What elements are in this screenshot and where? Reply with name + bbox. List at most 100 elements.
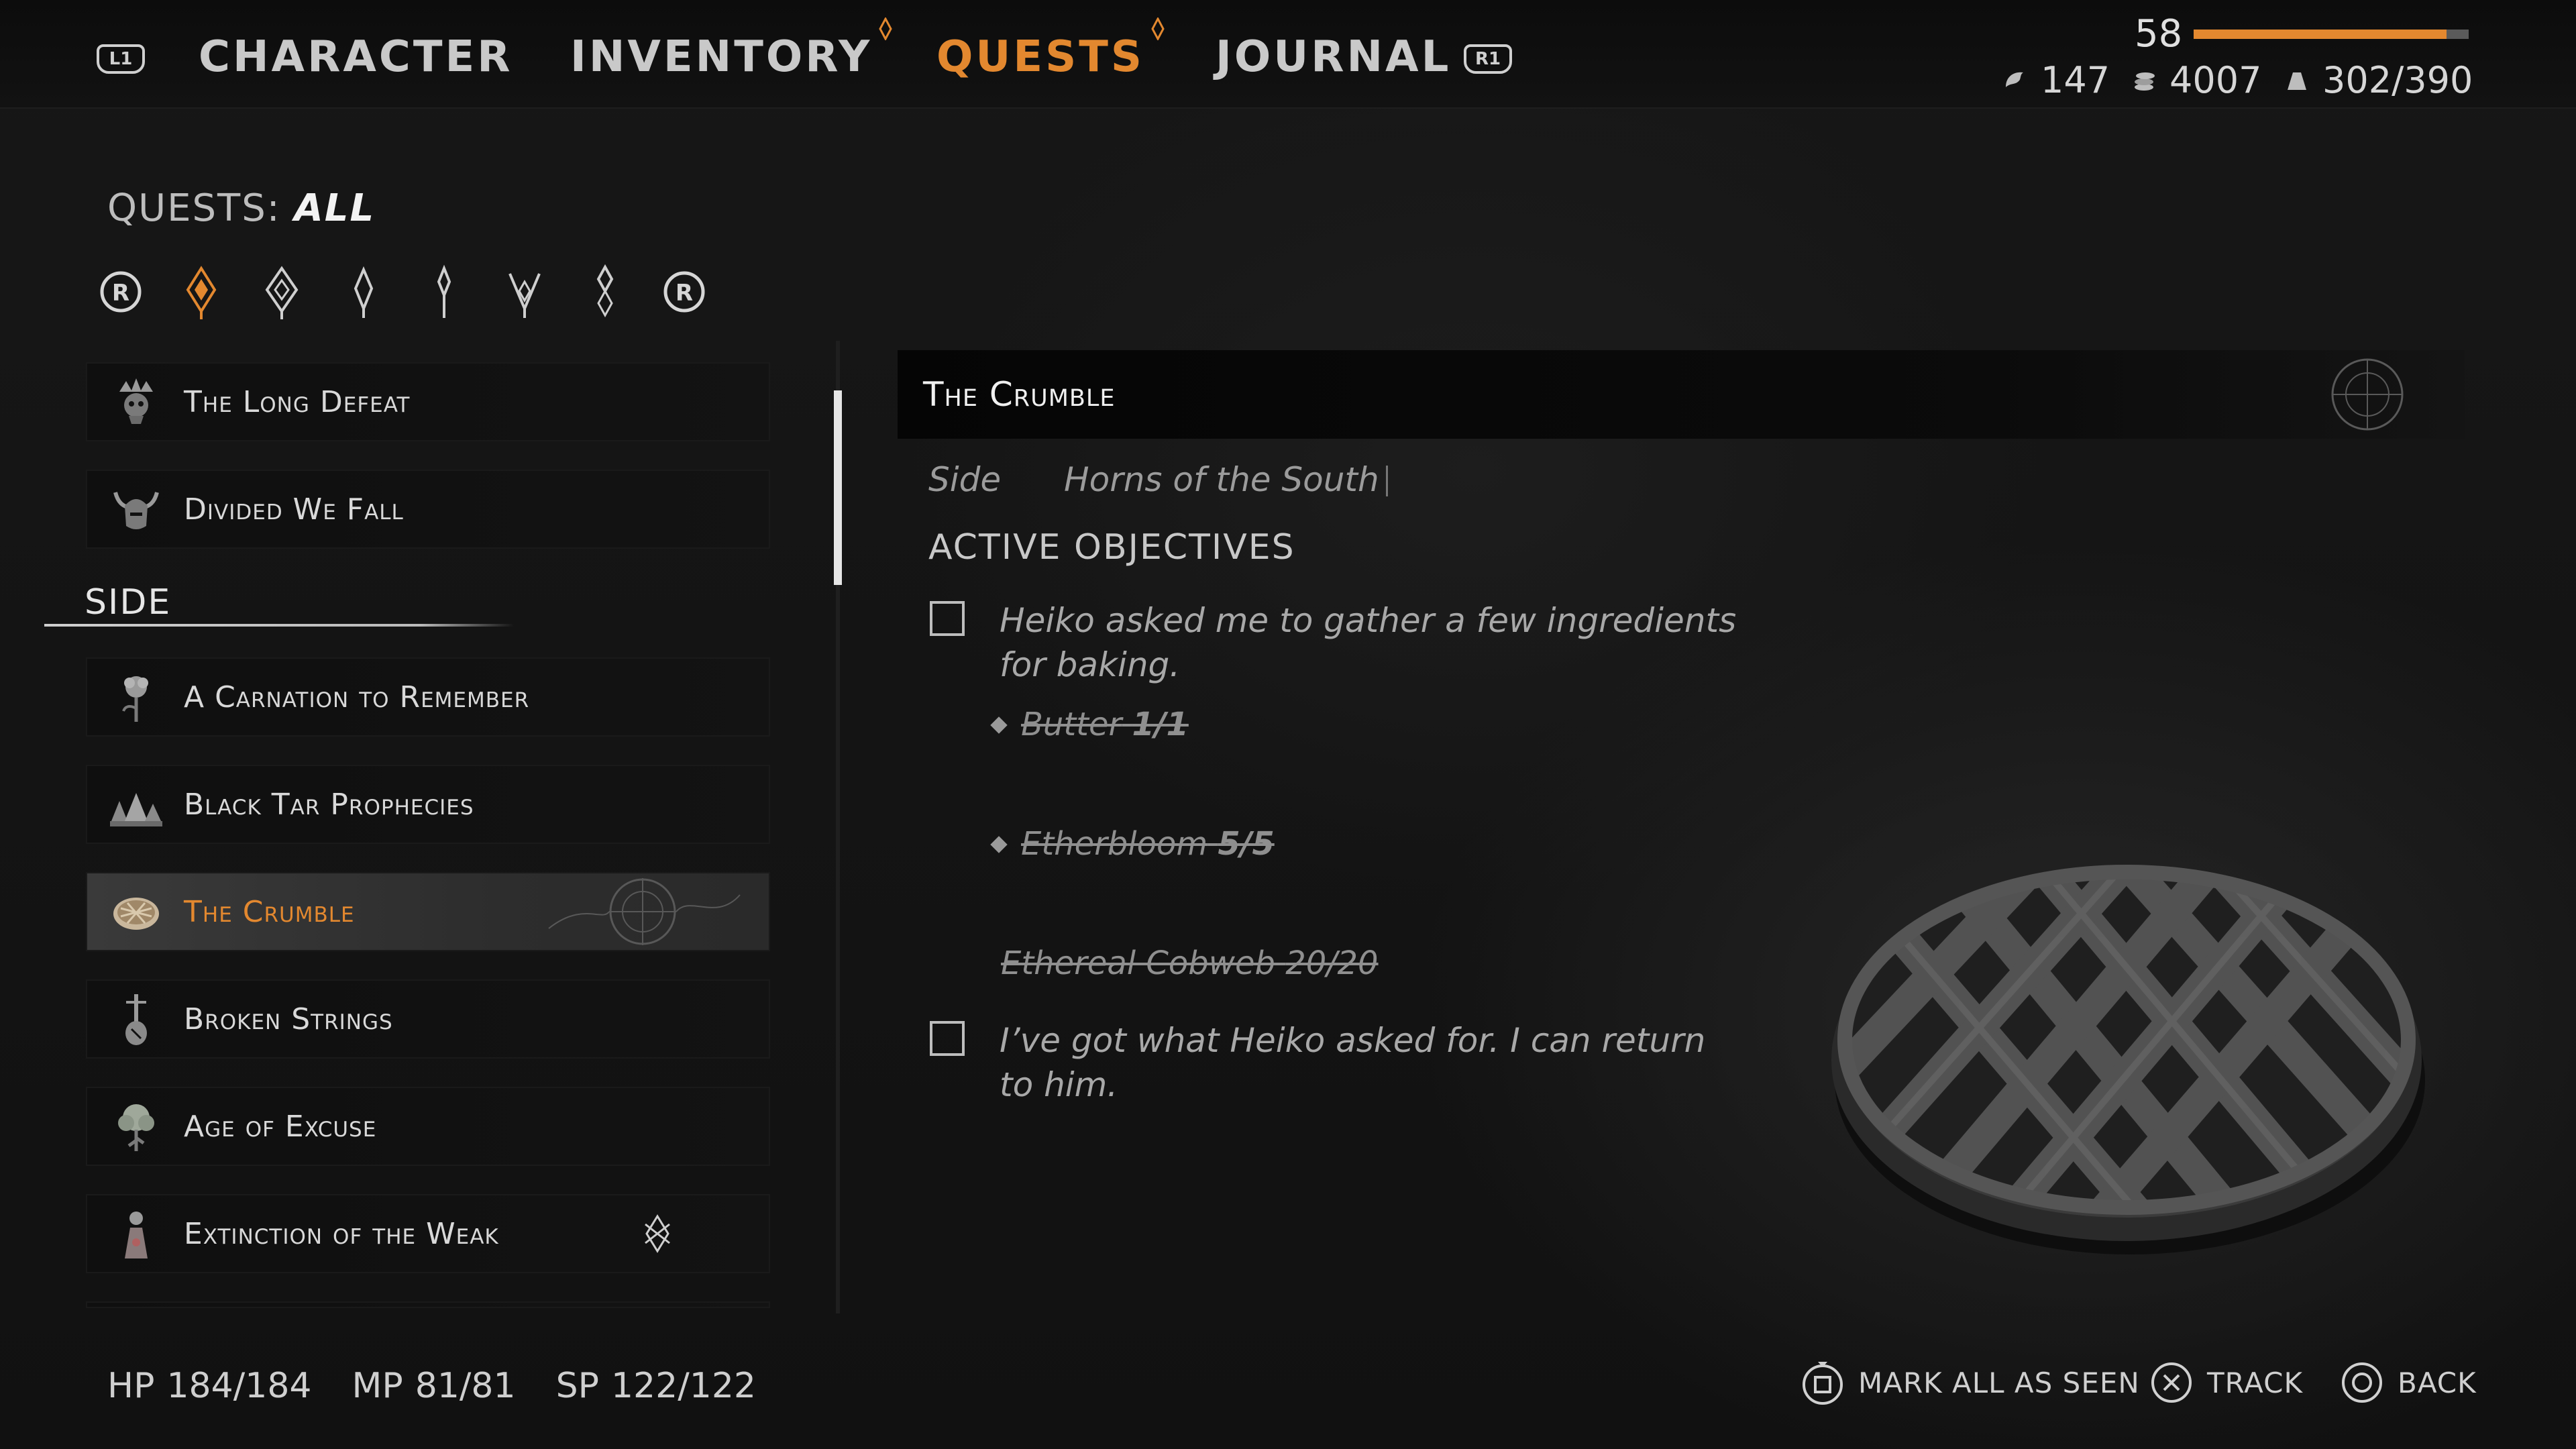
quest-type: Side [928,460,1002,499]
filter-prev-button-icon[interactable]: R [94,262,148,322]
r1-button-icon[interactable]: R1 [1464,44,1512,74]
filter-side-quests-icon[interactable] [337,262,390,322]
quest-label: Divided We Fall [184,492,404,527]
quest-detail-header: The Crumble [898,350,2465,439]
mp-value: 81/81 [415,1366,516,1406]
horned-helmet-quest-icon [113,492,159,529]
quest-item-extinction-of-the-weak[interactable]: Extinction of the Weak [86,1194,770,1273]
mark-all-seen-label: MARK ALL AS SEEN [1858,1366,2140,1399]
filter-prev-button-label: R [112,280,129,307]
hooded-figure-icon [125,1212,148,1258]
sp-value: 122/122 [610,1366,756,1406]
mp-label: MP [352,1366,403,1406]
filter-completed-quests-icon[interactable] [578,262,632,322]
hp-readout: HP 184/184 [107,1366,312,1406]
quest-label: Age of Excuse [184,1109,377,1144]
sub-objective-count: 1/1 [1132,706,1189,743]
tab-inventory-label: INVENTORY [570,32,873,82]
track-prompt[interactable]: TRACK [2149,1360,2303,1405]
tab-quests-label: QUESTS [936,32,1144,82]
quest-item-the-long-defeat[interactable]: The Long Defeat [86,362,770,441]
tab-character[interactable]: CHARACTER [199,32,513,82]
square-button-icon [1803,1362,1843,1405]
circle-button-icon [2342,1362,2382,1403]
lattice-pie-illustration [1831,865,2425,1254]
cross-button-icon [2151,1362,2192,1403]
carnation-flower-icon [122,676,148,722]
sub-objective-bullet-icon [990,836,1008,853]
quest-label: The Long Defeat [184,384,411,419]
quest-item-the-crumble[interactable]: The Crumble [86,872,770,951]
objective-text: I’ve got what Heiko asked for. I can ret… [1000,1021,1706,1104]
tree-spirit-icon [118,1104,154,1151]
quest-filter-prefix: QUESTS: [107,186,294,230]
quest-list-scroll-thumb[interactable] [834,390,842,585]
weight-value: 302/390 [2322,59,2473,101]
filter-next-button-icon[interactable]: R [657,262,711,322]
meta-separator [1386,466,1388,496]
new-quest-diamond-icon [1151,17,1165,40]
filter-main-quests-icon[interactable] [255,262,309,322]
weight-icon [2288,72,2306,90]
l1-button-icon[interactable]: L1 [97,44,145,74]
quest-region: Horns of the South [1064,460,1379,499]
top-navigation-bar: L1 CHARACTER INVENTORY QUESTS JOURNAL R1… [0,0,2576,109]
sub-objective-name: Ethereal Cobweb [1001,945,1275,982]
weight-readout: 302/390 [2284,59,2473,101]
gold-value: 4007 [2169,59,2262,101]
objective-checkbox [930,601,965,636]
header-emblem-decoration-icon [2331,358,2404,431]
broken-lute-icon [125,994,147,1045]
character-vitals: HP 184/184 MP 81/81 SP 122/122 [107,1366,756,1406]
sub-objective-name: Butter [1021,706,1122,743]
gold-readout: 4007 [2131,59,2261,101]
filter-hunt-quests-icon[interactable] [498,262,551,322]
sub-objective-count: 5/5 [1218,825,1275,863]
sub-objective-name: Etherbloom [1021,825,1208,863]
sub-objective-etherbloom: Etherbloom 5/5 [1021,825,1275,863]
sub-objective-bullet-icon [990,716,1008,734]
skill-points-icon [2006,72,2023,87]
character-level: 58 [2135,12,2183,56]
skill-points-readout: 147 [2002,59,2110,101]
side-quests-divider [44,624,514,627]
quest-label: A Carnation to Remember [184,680,530,714]
sub-objective-butter: Butter 1/1 [1021,706,1189,743]
mark-all-seen-prompt[interactable]: MARK ALL AS SEEN [1801,1360,2140,1405]
new-item-diamond-icon [879,17,893,40]
objective-checkbox [930,1021,965,1056]
hp-value: 184/184 [166,1366,312,1406]
sub-objective-count: 20/20 [1285,945,1379,982]
quest-filter-value: ALL [294,186,376,230]
tab-inventory[interactable]: INVENTORY [570,17,893,82]
filter-all-quests-icon[interactable] [174,262,228,322]
back-label: BACK [2398,1366,2477,1399]
quest-detail-title: The Crumble [923,375,1116,414]
quest-label: Extinction of the Weak [184,1216,499,1251]
filter-next-button-label: R [676,280,693,307]
quest-item-age-of-excuse[interactable]: Age of Excuse [86,1087,770,1166]
pie-quest-icon [113,898,159,930]
tar-village-icon [110,793,162,826]
quest-label: The Crumble [184,894,355,929]
quest-label: Black Tar Prophecies [184,787,474,822]
quest-item-black-tar-prophecies[interactable]: Black Tar Prophecies [86,765,770,844]
coins-icon [2135,72,2155,91]
tab-quests[interactable]: QUESTS [936,17,1165,82]
quest-item-a-carnation-to-remember[interactable]: A Carnation to Remember [86,657,770,737]
filter-bounty-quests-icon[interactable] [417,262,471,322]
quest-item-partial [86,1301,770,1308]
hp-label: HP [107,1366,155,1406]
quest-item-broken-strings[interactable]: Broken Strings [86,979,770,1059]
side-quests-heading: SIDE [85,582,172,623]
skill-points-value: 147 [2041,59,2110,101]
back-prompt[interactable]: BACK [2340,1360,2477,1405]
quest-item-divided-we-fall[interactable]: Divided We Fall [86,470,770,549]
tab-journal[interactable]: JOURNAL [1216,32,1451,82]
track-label: TRACK [2207,1366,2303,1399]
tracked-quest-marker-icon [645,1214,670,1253]
quest-filter-title: QUESTS: ALL [107,186,375,230]
experience-bar [2194,30,2469,39]
objective-text: Heiko asked me to gather a few ingredien… [1000,601,1737,684]
experience-bar-fill [2194,30,2447,39]
